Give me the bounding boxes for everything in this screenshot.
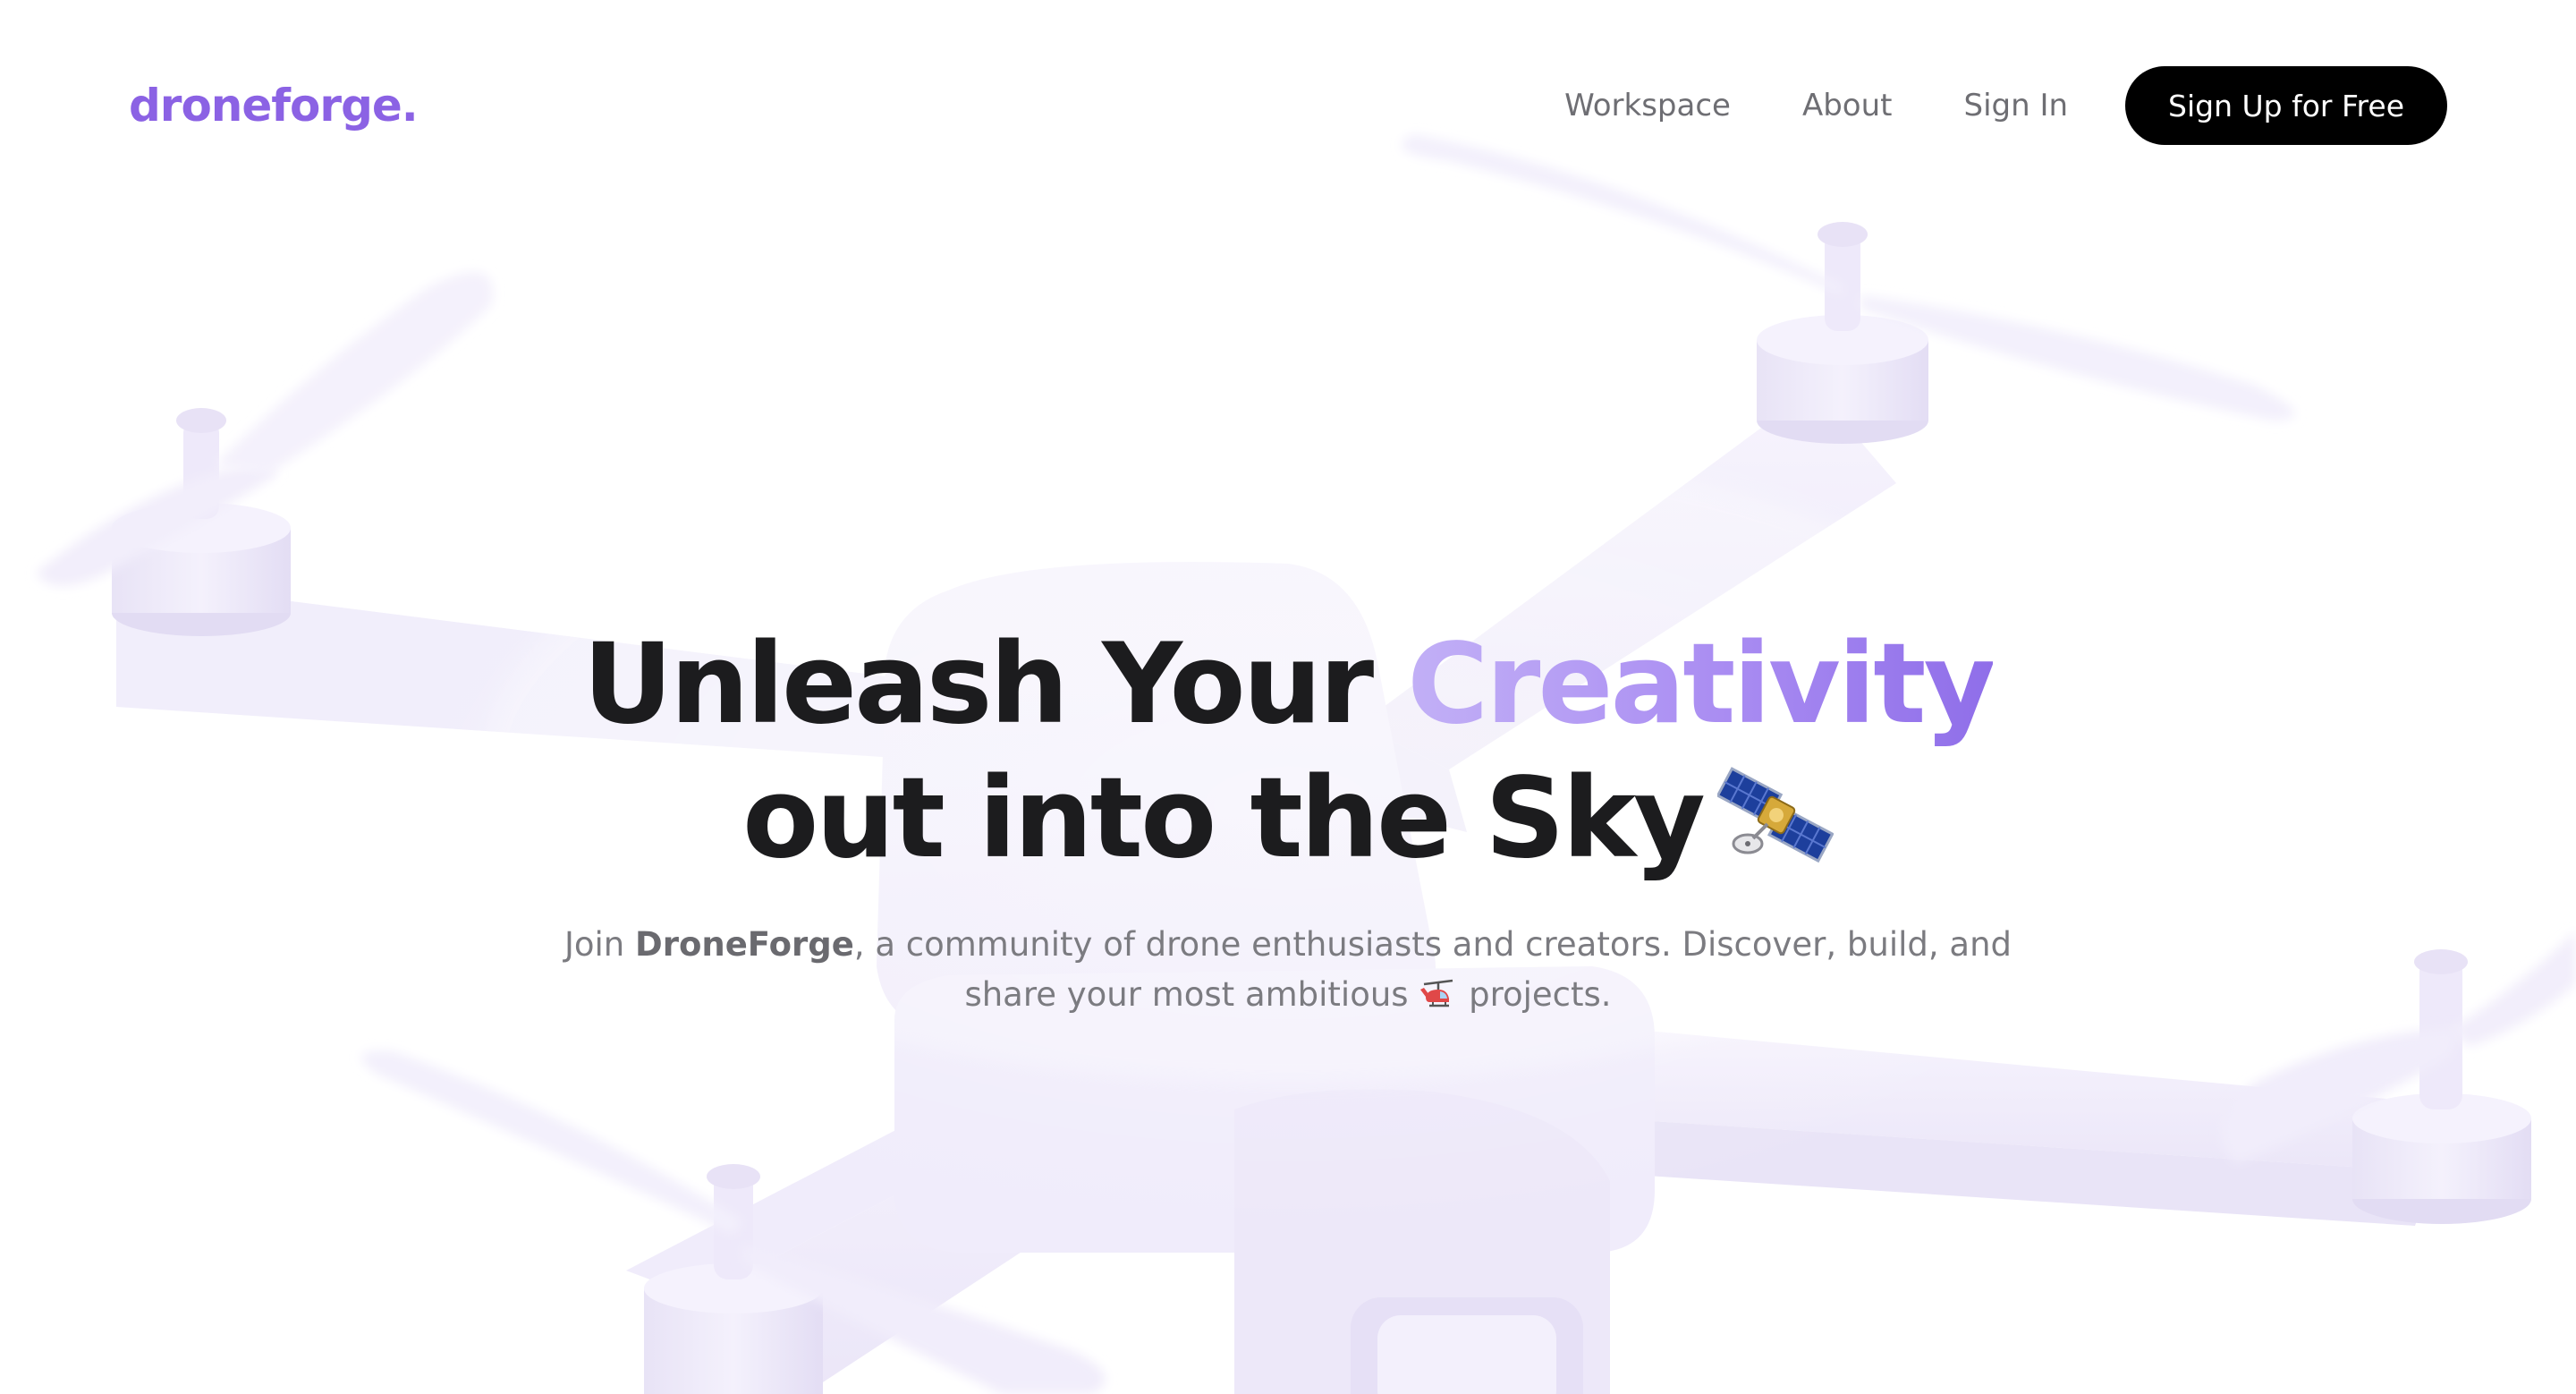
site-header: droneforge. Workspace About Sign In Sign… [0,0,2576,211]
hero-title-line-1: Unleash Your Creativity [0,617,2576,752]
hero-title-line-2-text: out into the Sky [742,754,1706,883]
hero-subtitle-suffix: projects. [1458,975,1612,1014]
main-nav: Workspace About Sign In Sign Up for Free [1564,66,2447,145]
hero-subtitle-prefix: Join [564,925,635,964]
brand-logo[interactable]: droneforge. [129,73,419,138]
hero-subtitle-brand: DroneForge [634,925,854,964]
helicopter-icon [1420,979,1453,1007]
nav-link-sign-in[interactable]: Sign In [1964,66,2069,145]
nav-link-workspace[interactable]: Workspace [1564,66,1731,145]
hero-title-accent: Creativity [1407,620,1996,749]
satellite-icon [1716,767,1834,863]
sign-up-button[interactable]: Sign Up for Free [2125,66,2447,145]
hero-section: Unleash Your Creativity out into the Sky [0,617,2576,1020]
hero-title-line-2: out into the Sky [0,752,2576,886]
hero-subtitle: Join DroneForge, a community of drone en… [555,920,2021,1020]
hero-title: Unleash Your Creativity out into the Sky [0,617,2576,886]
hero-title-text: Unleash Your [582,620,1408,749]
nav-link-about[interactable]: About [1802,66,1893,145]
